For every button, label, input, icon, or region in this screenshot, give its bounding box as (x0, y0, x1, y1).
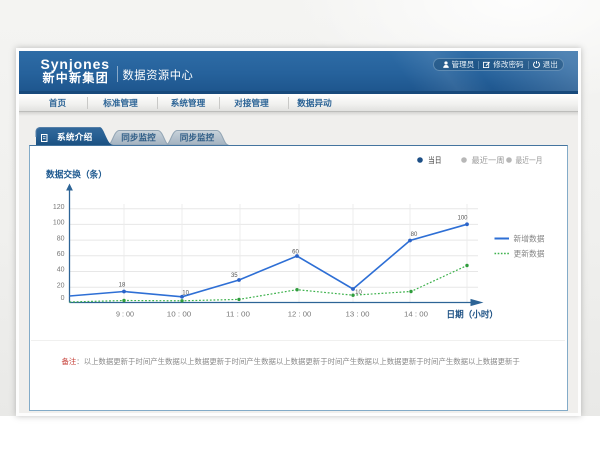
svg-text:同步监控: 同步监控 (179, 132, 214, 143)
svg-text:系统介绍: 系统介绍 (57, 131, 93, 142)
svg-text:同步监控: 同步监控 (121, 132, 156, 143)
